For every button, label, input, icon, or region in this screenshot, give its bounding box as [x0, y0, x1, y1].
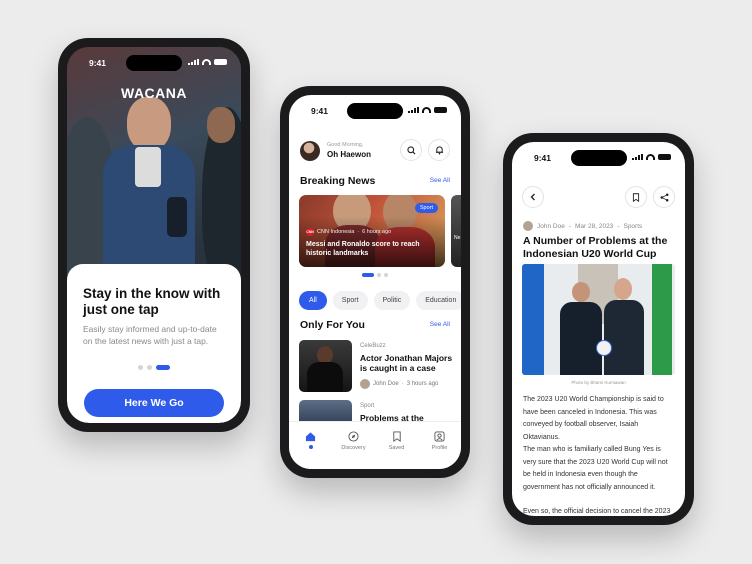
notification-button[interactable] [428, 139, 450, 161]
hero-time: 6 hours ago [362, 229, 392, 235]
page-dot[interactable] [138, 365, 143, 370]
signal-icon [188, 59, 199, 65]
home-screen: 9:41 Good Morning, Oh Haewon Breaking Ne… [289, 95, 461, 469]
tab-label: Saved [388, 445, 405, 451]
onboarding-title: Stay in the know with just one tap [83, 286, 221, 317]
onboarding-card: Stay in the know with just one tap Easil… [67, 264, 241, 423]
photo-credit: Photo by Bhami Kurniawan [571, 380, 626, 385]
hero-tag: Sport [414, 203, 438, 213]
battery-icon [434, 107, 447, 113]
share-button[interactable] [653, 186, 675, 208]
hero-source: CNN Indonesia [317, 229, 355, 235]
article-category: Sports [623, 222, 643, 230]
tab-saved[interactable]: Saved [379, 430, 415, 469]
article-photo [522, 264, 675, 375]
only-for-you-title: Only For You [300, 319, 365, 331]
bell-icon [435, 146, 443, 155]
back-button[interactable] [522, 186, 544, 208]
tab-label: Profile [431, 445, 448, 451]
article-phone: 9:41 John Doe - Mar 28, 2023 - Sports A … [503, 133, 694, 525]
home-header: Good Morning, Oh Haewon [300, 139, 450, 167]
dynamic-island [570, 150, 627, 166]
tab-label: Discovery [341, 445, 366, 451]
here-we-go-button[interactable]: Here We Go [84, 389, 224, 417]
article-date: Mar 28, 2023 [575, 222, 614, 230]
item-author: John Doe [373, 381, 399, 387]
next-card-label: Ne [454, 235, 461, 241]
article-screen: 9:41 John Doe - Mar 28, 2023 - Sports A … [512, 142, 685, 516]
share-icon [660, 193, 668, 201]
chip-politic[interactable]: Politic [373, 291, 411, 310]
brand-logo: WACANA [121, 85, 187, 101]
avatar[interactable] [300, 141, 320, 161]
search-button[interactable] [400, 139, 422, 161]
user-name: Oh Haewon [327, 150, 372, 159]
list-item[interactable]: CeleBuzz Actor Jonathan Majors is caught… [299, 340, 455, 392]
item-title: Actor Jonathan Majors is caught in a cas… [360, 353, 453, 373]
bookmark-icon [392, 430, 401, 442]
item-thumbnail [299, 340, 352, 392]
carousel-dot-active[interactable] [362, 273, 374, 277]
article-author: John Doe [537, 222, 565, 230]
breaking-news-card[interactable]: Sport CNN CNN Indonesia · 6 hours ago Me… [299, 195, 445, 267]
carousel-dot[interactable] [377, 273, 381, 277]
chip-sport[interactable]: Sport [332, 291, 368, 310]
greeting-text: Good Morning, [327, 142, 364, 148]
onboarding-subtitle: Easily stay informed and up-to-date on t… [83, 324, 217, 346]
tab-profile[interactable]: Profile [422, 430, 458, 469]
compass-icon [348, 430, 359, 442]
bookmark-icon [632, 192, 640, 202]
foryou-see-all-link[interactable]: See All [430, 321, 450, 328]
article-paragraph: The 2023 U20 World Championship is said … [523, 396, 664, 441]
wifi-icon [422, 107, 431, 113]
active-tab-indicator [308, 445, 313, 449]
page-dot[interactable] [147, 365, 152, 370]
onboarding-phone: 9:41 WACANA Stay in the know with just o… [58, 38, 250, 432]
home-phone: 9:41 Good Morning, Oh Haewon Breaking Ne… [280, 86, 470, 478]
signal-icon [632, 154, 643, 160]
dynamic-island [126, 55, 182, 71]
chevron-left-icon [530, 193, 535, 201]
item-category: CeleBuzz [360, 343, 386, 349]
article-meta: John Doe - Mar 28, 2023 - Sports [523, 221, 642, 231]
bookmark-button[interactable] [625, 186, 647, 208]
carousel-dot[interactable] [384, 273, 388, 277]
search-icon [406, 145, 415, 154]
tab-bar: Discovery Saved Profile [289, 421, 461, 469]
battery-icon [214, 59, 227, 65]
wifi-icon [646, 154, 655, 160]
battery-icon [658, 154, 671, 160]
chip-education[interactable]: Education [416, 291, 461, 310]
author-avatar [523, 221, 533, 231]
breaking-see-all-link[interactable]: See All [430, 177, 450, 184]
dynamic-island [347, 103, 403, 119]
item-author-row: John Doe · 3 hours ago [360, 379, 438, 389]
onboarding-screen: 9:41 WACANA Stay in the know with just o… [67, 47, 241, 423]
article-title: A Number of Problems at the Indonesian U… [523, 235, 668, 260]
hero-title: Messi and Ronaldo score to reach histori… [306, 241, 420, 257]
home-icon [305, 431, 316, 441]
item-time: 3 hours ago [406, 381, 439, 387]
source-logo-icon: CNN [306, 228, 314, 236]
page-indicator [67, 365, 241, 370]
article-paragraph: The man who is familiarly called Bung Ye… [523, 446, 668, 491]
item-category: Sport [360, 403, 375, 409]
wifi-icon [202, 59, 211, 65]
next-news-card[interactable]: Ne [451, 195, 461, 267]
carousel-indicator [289, 273, 461, 277]
breaking-news-title: Breaking News [300, 175, 376, 187]
hero-meta: CNN CNN Indonesia · 6 hours ago [306, 228, 392, 236]
article-paragraph: Even so, the official decision to cancel… [523, 508, 671, 515]
status-time: 9:41 [89, 58, 107, 68]
signal-icon [408, 107, 419, 113]
profile-icon [434, 430, 445, 442]
author-avatar [360, 379, 370, 389]
category-chips: All Sport Politic Education [299, 291, 461, 310]
page-dot-active[interactable] [156, 365, 170, 370]
tab-home[interactable] [293, 430, 329, 469]
chip-all[interactable]: All [299, 291, 327, 310]
status-time: 9:41 [534, 153, 552, 163]
tab-discovery[interactable]: Discovery [336, 430, 372, 469]
status-time: 9:41 [311, 106, 329, 116]
